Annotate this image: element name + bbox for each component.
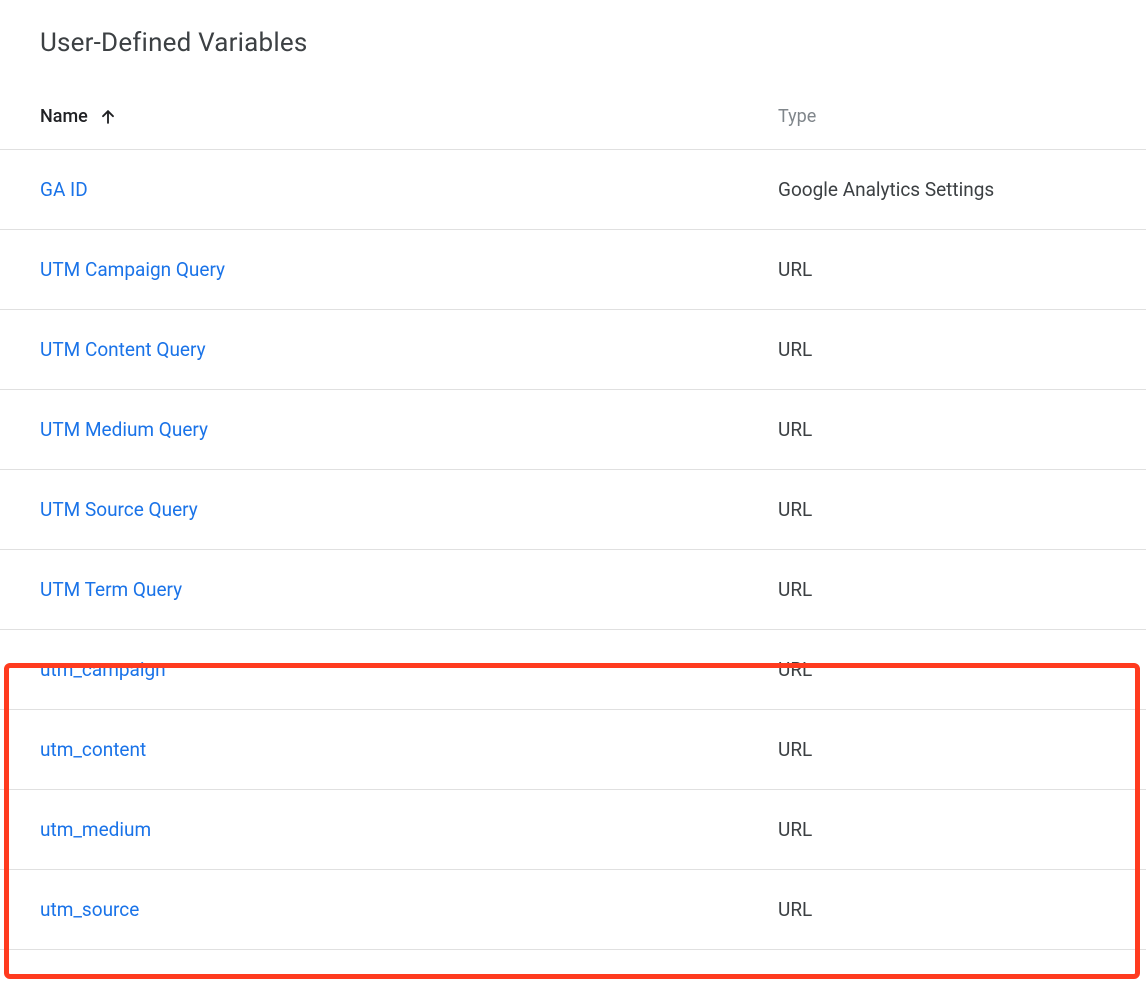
variable-type-text: URL [778,338,812,361]
section-title: User-Defined Variables [0,28,1146,58]
table-row[interactable]: UTM Medium Query URL [0,390,1146,470]
variable-type-text: URL [778,658,812,681]
variable-name-link[interactable]: utm_content [40,738,146,761]
variable-name-link[interactable]: UTM Campaign Query [40,258,225,281]
variable-name-link[interactable]: UTM Source Query [40,498,198,521]
table-row[interactable]: utm_medium URL [0,790,1146,870]
variable-type-text: URL [778,498,812,521]
table-header-row: Name Type [0,106,1146,150]
variable-name-link[interactable]: utm_campaign [40,658,166,681]
variable-type-text: URL [778,258,812,281]
column-header-type[interactable]: Type [778,106,1106,127]
variable-name-link[interactable]: utm_medium [40,818,151,841]
column-header-name[interactable]: Name [40,106,778,127]
variable-name-link[interactable]: UTM Content Query [40,338,206,361]
variable-type-text: URL [778,818,812,841]
variables-table: Name Type GA ID Google Analytics Setting… [0,106,1146,950]
sort-ascending-icon [98,107,118,127]
variables-panel: User-Defined Variables Name Type [0,0,1146,950]
table-row[interactable]: UTM Content Query URL [0,310,1146,390]
table-row[interactable]: UTM Campaign Query URL [0,230,1146,310]
variable-name-link[interactable]: UTM Term Query [40,578,182,601]
table-row[interactable]: UTM Source Query URL [0,470,1146,550]
variable-type-text: URL [778,738,812,761]
variable-type-text: URL [778,578,812,601]
column-header-name-label: Name [40,106,88,127]
table-row[interactable]: utm_content URL [0,710,1146,790]
variable-name-link[interactable]: UTM Medium Query [40,418,208,441]
variable-type-text: URL [778,418,812,441]
variable-type-text: Google Analytics Settings [778,178,994,201]
table-row[interactable]: GA ID Google Analytics Settings [0,150,1146,230]
column-header-type-label: Type [778,106,816,127]
table-row[interactable]: utm_campaign URL [0,630,1146,710]
table-row[interactable]: UTM Term Query URL [0,550,1146,630]
table-row[interactable]: utm_source URL [0,870,1146,950]
variable-name-link[interactable]: GA ID [40,178,88,201]
variable-type-text: URL [778,898,812,921]
variable-name-link[interactable]: utm_source [40,898,139,921]
